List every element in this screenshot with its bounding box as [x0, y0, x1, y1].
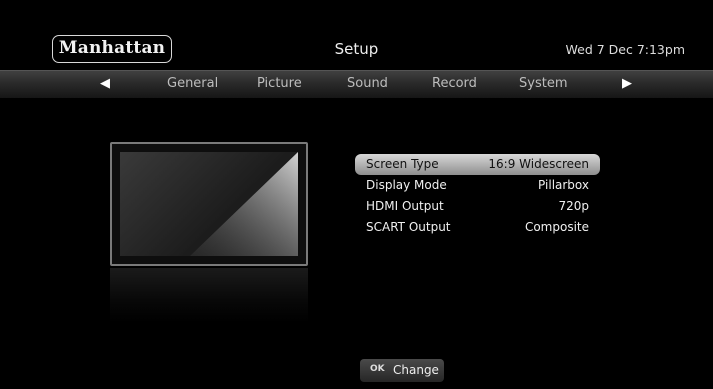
tab-right-arrow-icon[interactable]: ▶ — [622, 76, 632, 91]
change-label: Change — [393, 363, 439, 377]
screen-preview — [110, 142, 308, 266]
setting-value: 16:9 Widescreen — [488, 157, 589, 171]
tab-system[interactable]: System — [519, 76, 567, 91]
tab-picture[interactable]: Picture — [257, 76, 302, 91]
screen-reflection — [110, 268, 308, 323]
setting-value: Composite — [524, 220, 589, 234]
setting-row-display-mode[interactable]: Display Mode Pillarbox — [355, 175, 600, 196]
screen-preview-display — [120, 152, 298, 256]
tab-record[interactable]: Record — [432, 76, 477, 91]
setting-label: SCART Output — [366, 220, 451, 234]
clock-datetime: Wed 7 Dec 7:13pm — [565, 42, 686, 57]
ok-change-button[interactable]: OK Change — [360, 359, 444, 382]
setting-label: Screen Type — [366, 157, 439, 171]
settings-list: Screen Type 16:9 Widescreen Display Mode… — [355, 154, 600, 238]
tab-left-arrow-icon[interactable]: ◀ — [100, 76, 110, 91]
setting-value: Pillarbox — [538, 178, 589, 192]
setting-row-screen-type[interactable]: Screen Type 16:9 Widescreen — [355, 154, 600, 175]
tab-general[interactable]: General — [167, 76, 218, 91]
setting-value: 720p — [558, 199, 589, 213]
ok-key-icon: OK — [370, 364, 385, 374]
header: Manhattan Setup Wed 7 Dec 7:13pm — [0, 0, 713, 70]
setting-row-hdmi-output[interactable]: HDMI Output 720p — [355, 196, 600, 217]
screen-glare-icon — [190, 152, 298, 256]
setting-label: Display Mode — [366, 178, 447, 192]
tab-sound[interactable]: Sound — [347, 76, 388, 91]
setting-label: HDMI Output — [366, 199, 444, 213]
tab-bar: ◀ General Picture Sound Record System ▶ — [0, 70, 713, 98]
setting-row-scart-output[interactable]: SCART Output Composite — [355, 217, 600, 238]
